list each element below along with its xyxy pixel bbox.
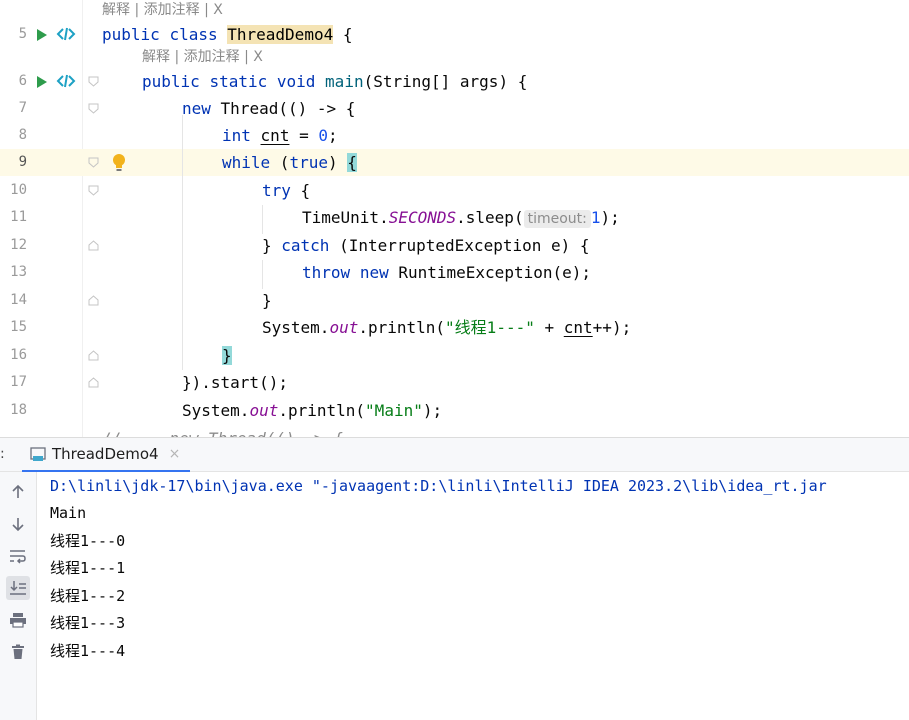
console-line: 线程1---1 — [50, 559, 126, 577]
code-editor[interactable]: 解释 | 添加注释 | X 5 public class ThreadDemo4… — [0, 0, 909, 437]
indent-guide — [262, 205, 263, 234]
code-text: }).start(); — [182, 373, 288, 392]
down-arrow-button[interactable] — [6, 512, 30, 536]
line-number: 11 — [10, 209, 27, 225]
line-number: 5 — [18, 26, 27, 42]
code-text: throw new RuntimeException(e); — [302, 263, 592, 282]
code-line-14[interactable]: 14 } — [0, 287, 909, 314]
line-number: 14 — [10, 292, 27, 308]
line-number: 12 — [10, 237, 27, 253]
indent-guide — [262, 260, 263, 289]
run-icon[interactable] — [37, 76, 47, 88]
code-line-16[interactable]: 16 } — [0, 342, 909, 369]
code-line-8[interactable]: 8 int cnt = 0; — [0, 122, 909, 149]
console-line: 线程1---4 — [50, 642, 126, 660]
console-output[interactable]: D:\linli\jdk-17\bin\java.exe "-javaagent… — [37, 472, 909, 720]
fold-icon[interactable] — [88, 76, 99, 87]
fold-icon[interactable] — [88, 295, 99, 306]
fold-icon[interactable] — [88, 157, 99, 168]
line-number: 15 — [10, 319, 27, 335]
line-number: 10 — [10, 182, 27, 198]
code-text: public static void main(String[] args) { — [142, 72, 528, 91]
trash-icon — [12, 644, 24, 659]
code-text: System.out.println("Main"); — [182, 401, 443, 420]
tool-window-label: : — [0, 446, 5, 462]
line-number: 7 — [18, 100, 27, 116]
code-line-6[interactable]: 6 public static void main(String[] args)… — [0, 68, 909, 95]
print-button[interactable] — [6, 608, 30, 632]
print-icon — [10, 613, 26, 628]
code-text: } — [262, 291, 272, 310]
code-line-18[interactable]: 18 System.out.println("Main"); — [0, 397, 909, 424]
code-line-5[interactable]: 5 public class ThreadDemo4 { — [0, 21, 909, 48]
code-line-13[interactable]: 13 throw new RuntimeException(e); — [0, 259, 909, 286]
code-line-12[interactable]: 12 } catch (InterruptedException e) { — [0, 232, 909, 259]
code-line-15[interactable]: 15 System.out.println("线程1---" + cnt++); — [0, 314, 909, 341]
console-line: 线程1---2 — [50, 587, 126, 605]
code-text: while (true) { — [222, 153, 357, 172]
fold-icon[interactable] — [88, 185, 99, 196]
code-line-7[interactable]: 7 new Thread(() -> { — [0, 95, 909, 122]
code-text: } — [222, 342, 232, 369]
code-line-9[interactable]: 9 while (true) { — [0, 149, 909, 176]
code-vision-icon[interactable] — [56, 74, 76, 88]
ai-inlay-hint[interactable]: 解释 | 添加注释 | X — [102, 0, 223, 20]
soft-wrap-button[interactable] — [6, 544, 30, 568]
code-text: // new Thread(() -> { — [102, 425, 343, 437]
line-number: 18 — [10, 402, 27, 418]
code-text: public class ThreadDemo4 { — [102, 25, 353, 44]
code-text: } catch (InterruptedException e) { — [262, 236, 590, 255]
lightbulb-icon[interactable] — [112, 153, 126, 172]
parameter-hint: timeout: — [523, 210, 591, 228]
line-number: 8 — [18, 127, 27, 143]
scroll-to-end-button[interactable] — [6, 576, 30, 600]
code-line-10[interactable]: 10 try { — [0, 177, 909, 204]
code-text: TimeUnit.SECONDS.sleep(timeout: 1); — [302, 208, 620, 228]
line-number: 9 — [18, 154, 27, 170]
matched-brace: } — [222, 346, 232, 365]
code-text: new Thread(() -> { — [182, 99, 356, 118]
console-line: 线程1---0 — [50, 532, 126, 550]
run-icon[interactable] — [37, 29, 47, 41]
code-text: int cnt = 0; — [222, 126, 338, 145]
code-line-17[interactable]: 17 }).start(); — [0, 369, 909, 396]
indent-guide — [182, 115, 183, 370]
run-tab-title: ThreadDemo4 — [52, 445, 159, 463]
code-line-partial[interactable]: // new Thread(() -> { — [0, 425, 909, 437]
console-command-line: D:\linli\jdk-17\bin\java.exe "-javaagent… — [50, 477, 827, 495]
run-tab-bar: : ThreadDemo4 × — [0, 437, 909, 473]
code-text: System.out.println("线程1---" + cnt++); — [262, 318, 632, 337]
console-line: Main — [50, 504, 87, 522]
code-text: try { — [262, 181, 311, 200]
up-arrow-icon — [12, 484, 24, 498]
line-number: 16 — [10, 347, 27, 363]
line-number: 17 — [10, 374, 27, 390]
line-number: 13 — [10, 264, 27, 280]
run-config-icon — [30, 447, 46, 461]
matched-brace: { — [347, 153, 357, 172]
ai-inlay-hint[interactable]: 解释 | 添加注释 | X — [142, 47, 263, 67]
fold-icon[interactable] — [88, 377, 99, 388]
down-arrow-icon — [12, 518, 24, 532]
up-arrow-button[interactable] — [6, 480, 30, 504]
run-toolbar — [0, 472, 37, 720]
run-tab[interactable]: ThreadDemo4 × — [22, 438, 191, 473]
scroll-to-end-icon — [10, 581, 26, 595]
close-icon[interactable]: × — [169, 446, 181, 462]
soft-wrap-icon — [10, 550, 26, 564]
console-line: 线程1---3 — [50, 614, 126, 632]
trash-button[interactable] — [6, 640, 30, 664]
fold-icon[interactable] — [88, 240, 99, 251]
line-number: 6 — [18, 73, 27, 89]
code-vision-icon[interactable] — [56, 27, 76, 41]
class-name-highlight: ThreadDemo4 — [227, 25, 334, 44]
fold-icon[interactable] — [88, 350, 99, 361]
fold-icon[interactable] — [88, 103, 99, 114]
code-line-11[interactable]: 11 TimeUnit.SECONDS.sleep(timeout: 1); — [0, 204, 909, 231]
